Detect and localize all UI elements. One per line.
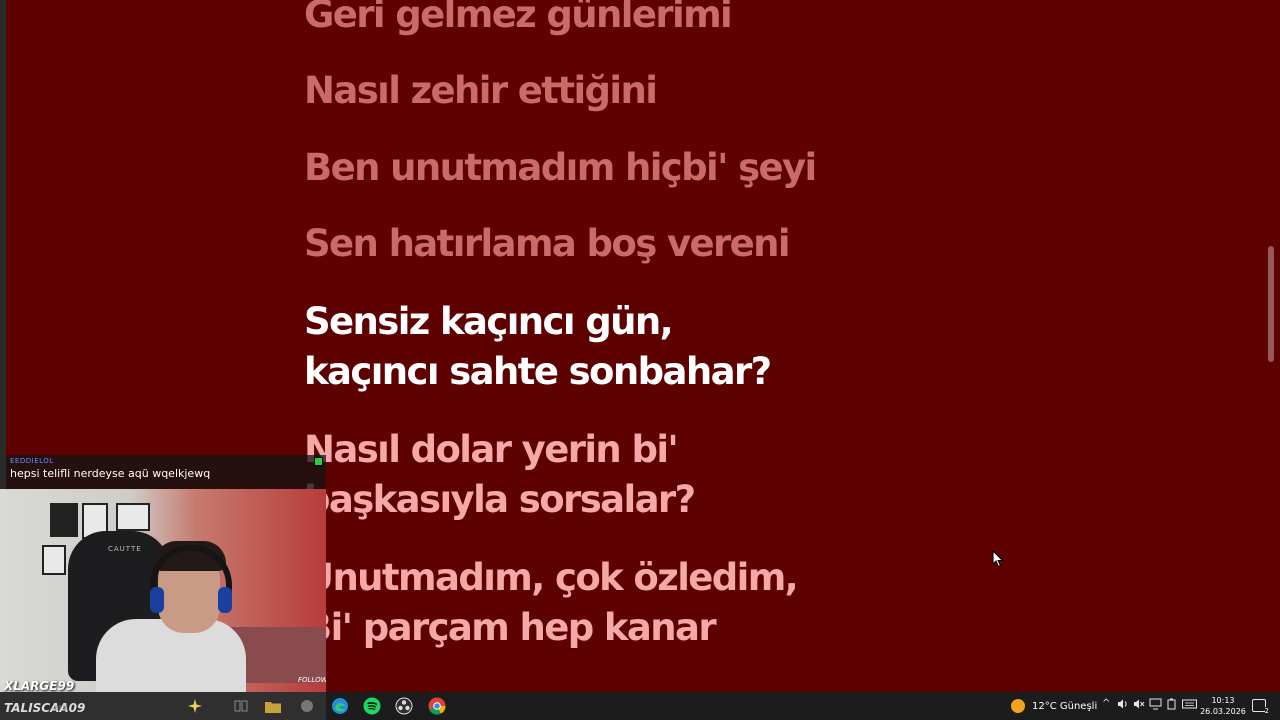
network-muted-icon[interactable] [1133, 698, 1145, 713]
volume-icon[interactable] [1117, 698, 1129, 713]
headset-ear-icon [218, 587, 232, 613]
file-explorer-icon[interactable] [264, 697, 282, 715]
overlay-name: TALISCAA09 [4, 701, 86, 715]
lyric-line-1[interactable]: Geri gelmez günlerimi [304, 0, 733, 40]
chat-message: hepsi telifli nerdeyse aqü wqelkjewq [10, 467, 211, 480]
edge-icon[interactable] [331, 697, 349, 715]
chat-username: EEDDIELOL [10, 457, 54, 465]
obs-icon[interactable] [395, 697, 413, 715]
notification-count: 2 [1264, 707, 1269, 715]
lyric-line-2[interactable]: Nasıl zehir ettiğini [304, 66, 658, 116]
overlay-sub: ara [54, 703, 68, 712]
battery-icon[interactable] [1166, 698, 1178, 713]
chat-badge-icon [314, 457, 323, 466]
task-view-icon[interactable] [232, 697, 250, 715]
streamer-name: XLARGE99 [4, 679, 75, 692]
chair-brand: CAUTTE [108, 545, 142, 553]
lyric-line-7[interactable]: Unutmadım, çok özledim, Bi' parçam hep k… [304, 553, 799, 653]
poster-icon [116, 503, 150, 531]
notification-icon[interactable]: 2 [1252, 699, 1269, 715]
display-icon[interactable] [1149, 698, 1162, 713]
chat-overlay: EEDDIELOL hepsi telifli nerdeyse aqü wqe… [6, 455, 326, 489]
weather-text: 12°C Güneşli [1032, 700, 1098, 712]
lyric-line-4[interactable]: Sen hatırlama boş vereni [304, 219, 791, 269]
scrollbar-thumb[interactable] [1268, 246, 1274, 362]
mouse-cursor-icon [992, 550, 1004, 568]
sun-icon [1011, 699, 1025, 713]
headset-ear-icon [150, 587, 164, 613]
taskbar: TALISCAA09 ara 12°C Güneşli ^ 10:13 26.0… [0, 692, 1280, 720]
poster-icon [50, 503, 78, 537]
lyric-line-6[interactable]: Nasıl dolar yerin bi' başkasıyla sorsala… [304, 425, 696, 525]
screen: Geri gelmez günlerimi Nasıl zehir ettiği… [0, 0, 1280, 720]
chevron-up-icon[interactable]: ^ [1102, 698, 1110, 709]
spotify-icon[interactable] [363, 697, 381, 715]
app-icon[interactable] [298, 697, 316, 715]
clock-time: 10:13 [1211, 696, 1235, 705]
lyric-line-3[interactable]: Ben unutmadım hiçbi' şeyi [304, 143, 817, 193]
keyboard-icon[interactable] [1182, 698, 1197, 713]
sparkle-icon [186, 697, 204, 715]
weather-widget[interactable]: 12°C Güneşli [1011, 698, 1097, 714]
clock[interactable]: 10:13 26.03.2026 [1200, 695, 1246, 717]
poster-icon [42, 545, 66, 575]
chrome-icon[interactable] [428, 697, 446, 715]
webcam-overlay: CAUTTE XLARGE99 FOLLOW [0, 489, 326, 692]
follow-label: FOLLOW [298, 676, 326, 684]
clock-date: 26.03.2026 [1200, 707, 1246, 716]
overlay-strip: TALISCAA09 ara [0, 692, 326, 720]
lyric-line-active[interactable]: Sensiz kaçıncı gün, kaçıncı sahte sonbah… [304, 297, 772, 397]
